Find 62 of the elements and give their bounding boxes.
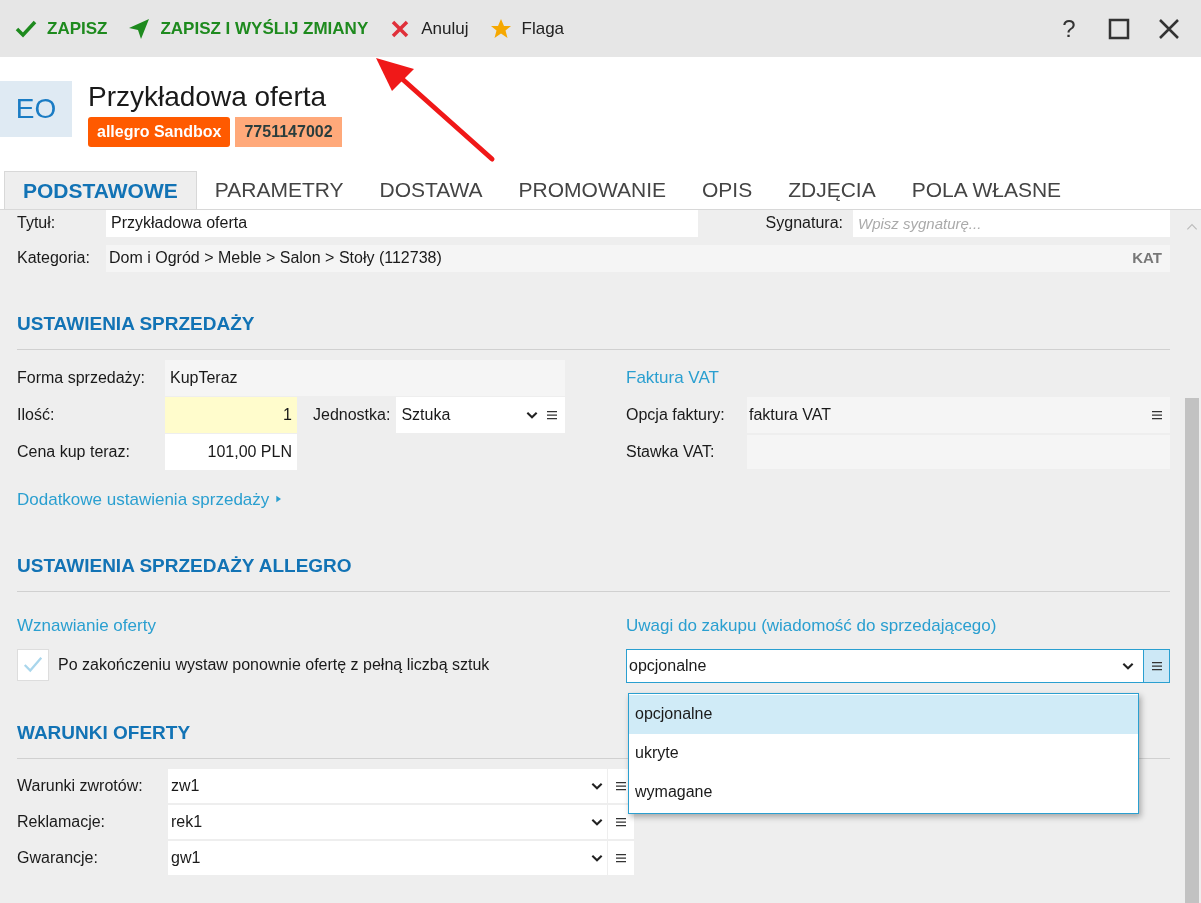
check-toolbar-button[interactable]: ZAPISZ [10, 8, 112, 49]
tab[interactable]: OPIS [684, 171, 771, 209]
price-field[interactable]: 101,00 PLN [165, 433, 297, 470]
section-heading: USTAWIENIA SPRZEDAŻY ALLEGRO [17, 554, 352, 578]
field-label: Reklamacje: [17, 811, 107, 832]
field-label: Opcja faktury: [626, 404, 726, 425]
terms-select[interactable]: gw1 [168, 840, 607, 875]
menu-button[interactable] [1143, 650, 1169, 682]
field-label: Kategoria: [17, 248, 91, 268]
signature-field[interactable]: Wpisz sygnaturę... [853, 209, 1170, 237]
tab[interactable]: DOSTAWA [361, 171, 501, 209]
platform-badge: allegro Sandbox [88, 117, 231, 147]
menu-icon [615, 851, 627, 864]
subsection-heading: Faktura VAT [626, 366, 719, 389]
tab[interactable]: PODSTAWOWE [4, 171, 197, 209]
title-field[interactable]: Przykładowa oferta [106, 209, 698, 237]
terms-select[interactable]: zw1 [168, 768, 607, 803]
field-label: Jednostka: [313, 404, 391, 425]
field-label: Gwarancje: [17, 847, 99, 868]
dropdown-option[interactable]: wymagane [629, 772, 1138, 812]
remarks-select[interactable]: opcjonalne [626, 649, 1170, 683]
subsection-heading: Wznawianie oferty [17, 614, 156, 637]
menu-icon [1150, 660, 1163, 672]
field-label: Cena kup teraz: [17, 441, 131, 462]
field-label: Stawka VAT: [626, 441, 716, 462]
unit-select[interactable]: Sztuka [396, 396, 539, 433]
tab[interactable]: PROMOWANIE [500, 171, 684, 209]
menu-icon [546, 408, 558, 421]
menu-icon [1151, 408, 1163, 421]
dropdown-option[interactable]: ukryte [629, 733, 1138, 773]
tab[interactable]: PARAMETRY [196, 171, 362, 209]
id-badge: 7751147002 [235, 117, 342, 147]
quantity-field[interactable]: 1 [165, 396, 297, 433]
terms-select[interactable]: rek1 [168, 804, 607, 839]
section-heading: WARUNKI OFERTY [17, 721, 191, 745]
cancel-toolbar-button[interactable]: Anuluj [384, 8, 473, 49]
menu-icon [615, 779, 627, 792]
star-toolbar-button[interactable]: Flaga [484, 8, 569, 49]
send-toolbar-button[interactable]: ZAPISZ I WYŚLIJ ZMIANY [123, 8, 373, 49]
section-heading: USTAWIENIA SPRZEDAŻY [17, 312, 255, 336]
category-button[interactable]: KAT [1124, 244, 1170, 272]
category-field: Dom i Ogród > Meble > Salon > Stoły (112738) [106, 244, 1125, 272]
sale-format-field: KupTeraz [165, 359, 565, 396]
help-button[interactable]: ? [1051, 10, 1087, 47]
field-label: Warunki zwrotów: [17, 775, 144, 796]
avatar: EO [0, 81, 72, 137]
subsection-heading: Uwagi do zakupu (wiadomość do sprzedającego) [626, 614, 997, 637]
maximize-icon [1107, 16, 1131, 41]
tab[interactable]: ZDJĘCIA [770, 171, 894, 209]
field-label: Sygnatura: [765, 213, 843, 233]
field-label: Ilość: [17, 404, 56, 425]
close-icon [1157, 16, 1181, 41]
tab[interactable]: POLA WŁASNE [893, 171, 1080, 209]
scrollbar-thumb[interactable] [1185, 398, 1199, 903]
field-label: Tytuł: [17, 213, 57, 233]
field-label: Forma sprzedaży: [17, 367, 147, 388]
dropdown-option[interactable]: opcjonalne [629, 694, 1138, 734]
menu-icon [615, 815, 627, 828]
checkbox[interactable] [17, 649, 49, 681]
paper-plane-icon [127, 16, 152, 41]
checkbox-label: Po zakończeniu wystaw ponownie ofertę z pełną liczbą sztuk [58, 655, 490, 675]
offer-title: Przykładowa oferta [88, 80, 328, 114]
